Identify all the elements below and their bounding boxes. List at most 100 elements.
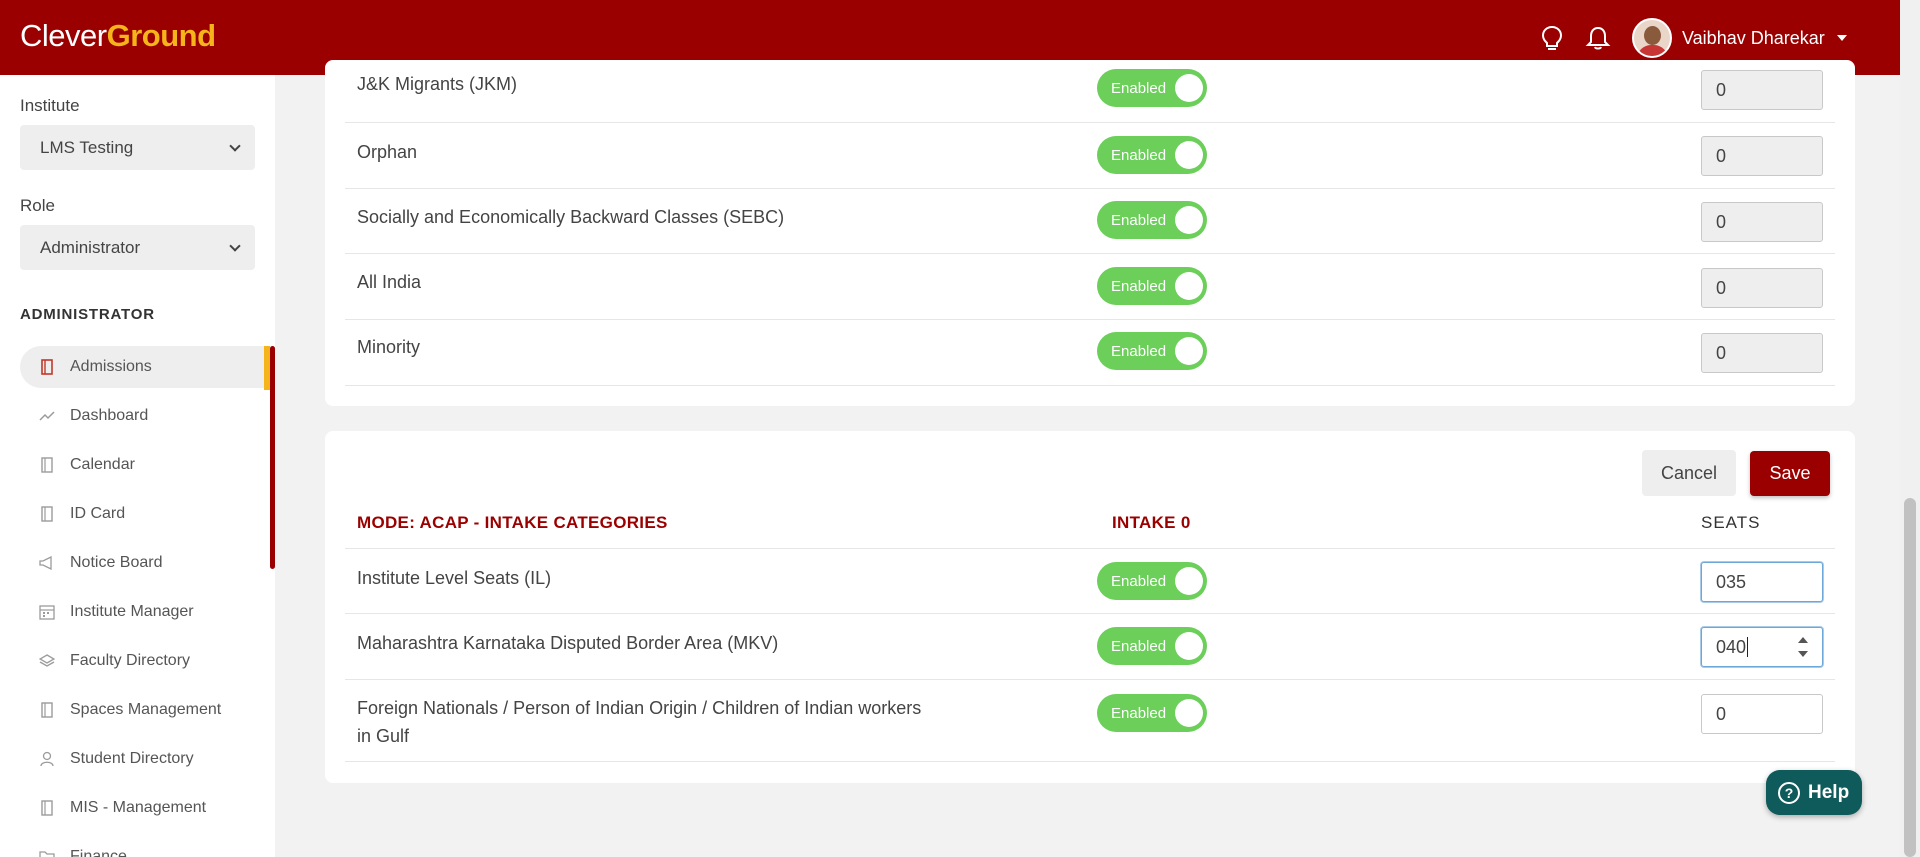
book-icon (38, 701, 56, 719)
toggle-label: Enabled (1111, 637, 1167, 655)
sidebar-item-label: Admissions (70, 358, 152, 375)
seats-input[interactable]: 0 (1701, 70, 1823, 110)
toggle-knob (1175, 206, 1203, 234)
user-icon (38, 750, 56, 768)
help-label: Help (1808, 781, 1850, 803)
page-scrollbar-thumb[interactable] (1904, 498, 1916, 857)
sidebar-scrollbar[interactable] (270, 346, 275, 569)
sidebar-item-label: Institute Manager (70, 603, 194, 620)
chevron-down-icon (229, 140, 241, 152)
trend-icon (38, 407, 56, 425)
sidebar-item-student-directory[interactable]: Student Directory (20, 738, 270, 780)
seats-number-input[interactable]: 040 (1701, 627, 1823, 667)
category-toggle[interactable]: Enabled (1097, 267, 1207, 305)
toggle-knob (1175, 567, 1203, 595)
institute-select-value: LMS Testing (40, 137, 134, 157)
avatar (1632, 18, 1672, 58)
table-row: Orphan Enabled 0 (345, 123, 1835, 189)
book-icon (38, 358, 56, 376)
table-row: J&K Migrants (JKM) Enabled 0 (345, 57, 1835, 123)
seats-input[interactable]: 0 (1701, 694, 1823, 734)
sidebar-item-label: Spaces Management (70, 701, 222, 718)
bell-icon[interactable] (1584, 24, 1612, 52)
folder-icon (38, 848, 56, 857)
toggle-knob (1175, 699, 1203, 727)
question-icon: ? (1778, 781, 1800, 804)
megaphone-icon (38, 554, 56, 572)
seats-input[interactable]: 0 (1701, 202, 1823, 242)
book-icon (38, 505, 56, 523)
toggle-label: Enabled (1111, 704, 1167, 722)
sidebar-item-label: Calendar (70, 456, 135, 473)
chevron-down-icon (1836, 35, 1847, 41)
table-row: All India Enabled 0 (345, 254, 1835, 320)
toggle-knob (1175, 141, 1203, 169)
category-label: All India (357, 272, 422, 292)
sidebar-item-label: Finance (70, 848, 127, 857)
category-label: Minority (357, 337, 421, 357)
category-toggle[interactable]: Enabled (1097, 694, 1207, 732)
seats-input[interactable]: 0 (1701, 136, 1823, 176)
seats-input[interactable]: 0 (1701, 333, 1823, 373)
institute-select[interactable]: LMS Testing (20, 125, 255, 170)
mode-header: MODE: ACAP - INTAKE CATEGORIES (357, 513, 668, 532)
intake-header: INTAKE 0 (1112, 513, 1191, 532)
category-toggle[interactable]: Enabled (1097, 627, 1207, 665)
save-button[interactable]: Save (1750, 451, 1830, 496)
category-label-line1: Foreign Nationals / Person of Indian Ori… (357, 698, 922, 718)
table-row: Minority Enabled 0 (345, 320, 1835, 386)
sidebar-item-label: Dashboard (70, 407, 149, 424)
seats-value: 040 (1716, 636, 1747, 657)
book-icon (38, 456, 56, 474)
sidebar-item-mis-management[interactable]: MIS - Management (20, 787, 270, 829)
category-toggle[interactable]: Enabled (1097, 562, 1207, 600)
logo-text-clever: Clever (20, 18, 107, 53)
number-spinner[interactable] (1798, 634, 1808, 660)
seats-input[interactable]: 035 (1701, 562, 1823, 602)
category-toggle[interactable]: Enabled (1097, 201, 1207, 239)
logo-text-ground: Ground (106, 18, 216, 53)
lightbulb-icon[interactable] (1538, 24, 1566, 52)
sidebar-item-calendar[interactable]: Calendar (20, 444, 270, 486)
toggle-knob (1175, 272, 1203, 300)
user-menu[interactable]: Vaibhav Dharekar (1632, 18, 1847, 58)
toggle-label: Enabled (1111, 79, 1167, 97)
category-label: Institute Level Seats (IL) (357, 568, 552, 588)
seats-header: SEATS (1701, 513, 1761, 532)
toggle-label: Enabled (1111, 342, 1167, 360)
sidebar-item-faculty-directory[interactable]: Faculty Directory (20, 640, 270, 682)
category-label: Maharashtra Karnataka Disputed Border Ar… (357, 633, 779, 653)
spinner-up-icon[interactable] (1798, 637, 1808, 643)
sidebar-section-title: ADMINISTRATOR (20, 306, 155, 323)
help-button[interactable]: ? Help (1766, 770, 1862, 815)
toggle-label: Enabled (1111, 211, 1167, 229)
seats-input[interactable]: 0 (1701, 268, 1823, 308)
sidebar-item-label: Notice Board (70, 554, 163, 571)
sidebar-item-admissions[interactable]: Admissions (20, 346, 270, 388)
sidebar-item-dashboard[interactable]: Dashboard (20, 395, 270, 437)
table-row: Maharashtra Karnataka Disputed Border Ar… (345, 614, 1835, 680)
sidebar-item-finance[interactable]: Finance (20, 836, 270, 857)
table-row: Socially and Economically Backward Class… (345, 189, 1835, 254)
layers-icon (38, 652, 56, 670)
role-select-value: Administrator (40, 237, 141, 257)
cancel-button[interactable]: Cancel (1642, 450, 1736, 496)
app-logo[interactable]: CleverGround (20, 18, 216, 54)
sidebar-item-institute-manager[interactable]: Institute Manager (20, 591, 270, 633)
text-cursor (1747, 637, 1749, 657)
category-label: J&K Migrants (JKM) (357, 74, 518, 94)
category-label-line2: in Gulf (357, 726, 410, 746)
sidebar-item-label: ID Card (70, 505, 126, 522)
spinner-down-icon[interactable] (1798, 651, 1808, 657)
category-toggle[interactable]: Enabled (1097, 332, 1207, 370)
role-select[interactable]: Administrator (20, 225, 255, 270)
category-toggle[interactable]: Enabled (1097, 136, 1207, 174)
sidebar-item-spaces-management[interactable]: Spaces Management (20, 689, 270, 731)
category-toggle[interactable]: Enabled (1097, 69, 1207, 107)
toggle-label: Enabled (1111, 146, 1167, 164)
table-row: Institute Level Seats (IL) Enabled 035 (345, 548, 1835, 614)
toggle-knob (1175, 337, 1203, 365)
sidebar-item-notice-board[interactable]: Notice Board (20, 542, 270, 584)
sidebar-item-id-card[interactable]: ID Card (20, 493, 270, 535)
table-row: Foreign Nationals / Person of Indian Ori… (345, 680, 1835, 762)
